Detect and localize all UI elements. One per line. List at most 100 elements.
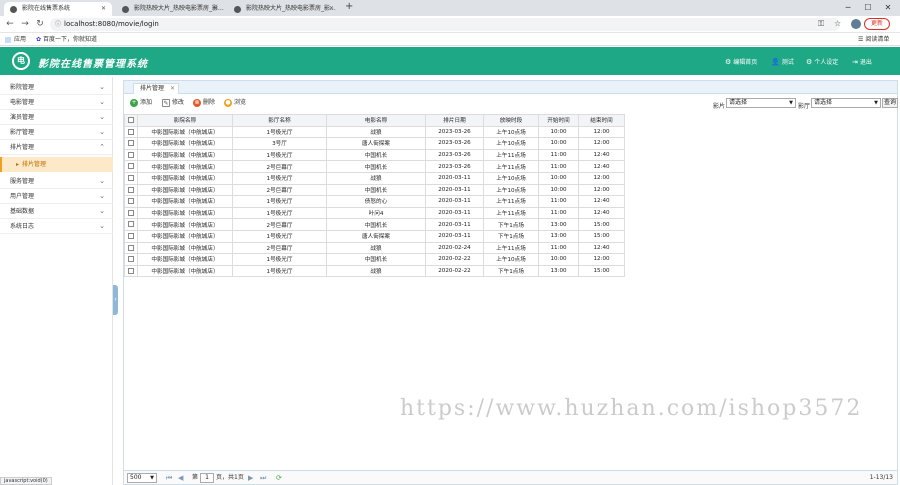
sidebar-subitem-schedule[interactable]: ▸ 排片管理 [0, 157, 113, 172]
row-checkbox[interactable] [128, 163, 134, 170]
first-page-icon[interactable]: ⏮ [166, 473, 172, 483]
row-checkbox[interactable] [128, 221, 134, 228]
reading-list[interactable]: ☰ 阅读清单 [858, 33, 889, 46]
row-checkbox[interactable] [128, 267, 134, 274]
page-size-select[interactable]: 500 ▼ [127, 473, 157, 483]
sidebar-collapse-handle[interactable]: ‹ [113, 285, 118, 315]
close-icon[interactable]: ✕ [213, 2, 218, 16]
row-select-cell[interactable] [124, 264, 138, 278]
column-header[interactable]: 放映时段 [483, 114, 539, 127]
column-header[interactable]: 影院名称 [137, 114, 233, 127]
prev-page-icon[interactable]: ◀ [178, 473, 183, 483]
row-select-cell[interactable] [124, 183, 138, 197]
url-input[interactable]: ⓘ localhost:8080/movie/login [50, 18, 840, 31]
row-select-cell[interactable] [124, 241, 138, 255]
table-row[interactable]: 中影国际影城（中航城店） 2号巨幕厅 中国机长 2023-03-26 上午11点场 11:… [124, 160, 625, 173]
close-icon[interactable]: ✕ [170, 84, 175, 94]
hall-filter-select[interactable]: 请选择 ▼ [811, 98, 881, 108]
column-header[interactable]: 影厅名称 [232, 114, 327, 127]
bookmark-apps[interactable]: 应用 [5, 33, 26, 46]
update-button[interactable]: 更新 [864, 18, 890, 30]
table-row[interactable]: 中影国际影城（中航城店） 1号极光厅 中国机长 2020-02-22 上午10点场 10:… [124, 253, 625, 266]
row-select-cell[interactable] [124, 218, 138, 231]
table-row[interactable]: 中影国际影城（中航城店） 1号极光厅 战狼 2020-03-11 上午10点场 10:00… [124, 171, 625, 185]
maximize-icon[interactable]: ☐ [860, 0, 876, 16]
row-checkbox[interactable] [128, 151, 134, 158]
column-header[interactable]: 电影名称 [326, 114, 426, 127]
row-checkbox[interactable] [128, 209, 134, 216]
row-select-cell[interactable] [124, 171, 138, 185]
row-checkbox[interactable] [128, 232, 134, 239]
row-checkbox[interactable] [128, 198, 134, 205]
back-icon[interactable]: ← [4, 18, 16, 30]
star-icon[interactable]: ☆ [834, 19, 841, 28]
minimize-icon[interactable]: ─ [840, 0, 856, 16]
next-page-icon[interactable]: ▶ [248, 473, 253, 483]
table-row[interactable]: 中影国际影城（中航城店） 1号极光厅 战狼 2023-03-26 上午10点场 10:00… [124, 125, 625, 139]
forward-icon[interactable]: → [19, 18, 31, 30]
edit-button[interactable]: ✎ 修改 [162, 98, 184, 107]
header-link-edit-home[interactable]: ⚙ 编辑首页 [725, 57, 757, 66]
row-checkbox[interactable] [128, 140, 134, 147]
select-all-checkbox[interactable] [128, 117, 134, 124]
query-button[interactable]: 查询 [882, 98, 898, 108]
row-select-cell[interactable] [124, 148, 138, 162]
delete-button[interactable]: ⊗ 删除 [193, 98, 215, 107]
row-checkbox[interactable] [128, 186, 134, 193]
sidebar-item-service[interactable]: 服务管理 ⌄ [0, 174, 113, 189]
table-row[interactable]: 中影国际影城（中航城店） 1号极光厅 中国机长 2023-03-26 上午11点场 11:… [124, 148, 625, 162]
table-row[interactable]: 中影国际影城（中航城店） 1号极光厅 唐人街探案 2020-03-11 下午1点场 13:… [124, 229, 625, 243]
row-select-cell[interactable] [124, 229, 138, 243]
profile-avatar[interactable] [851, 19, 861, 29]
sidebar-item-user[interactable]: 用户管理 ⌄ [0, 189, 113, 204]
column-header[interactable]: 排片日期 [425, 114, 484, 127]
sidebar-item-syslog[interactable]: 系统日志 ⌄ [0, 219, 113, 234]
header-link-logout[interactable]: ⇥ 退出 [852, 57, 872, 66]
reload-icon[interactable]: ↻ [34, 18, 46, 30]
new-tab-icon[interactable]: + [345, 1, 353, 12]
row-select-cell[interactable] [124, 206, 138, 220]
sidebar-item-actor[interactable]: 演员管理 ⌄ [0, 110, 113, 125]
row-checkbox[interactable] [128, 128, 134, 135]
sidebar-item-basedata[interactable]: 基础数据 ⌄ [0, 204, 113, 219]
tab-schedule[interactable]: 排片管理 ✕ [133, 83, 180, 94]
film-filter-select[interactable]: 请选择 ▼ [726, 98, 796, 108]
header-link-settings[interactable]: ⚙ 个人设定 [806, 57, 838, 66]
row-checkbox[interactable] [128, 256, 134, 263]
close-icon[interactable]: ✕ [101, 2, 106, 16]
column-header[interactable]: 开始时间 [538, 114, 579, 127]
row-select-cell[interactable] [124, 195, 138, 208]
row-select-cell[interactable] [124, 160, 138, 173]
sidebar-item-hall[interactable]: 影厅管理 ⌄ [0, 125, 113, 140]
browser-tab-3[interactable]: 影院热映大片_热映电影票房_影... ✕ [228, 2, 340, 16]
table-row[interactable]: 中影国际影城（中航城店） 2号巨幕厅 中国机长 2020-03-11 上午10点场 10:… [124, 183, 625, 197]
table-row[interactable]: 中影国际影城（中航城店） 3号厅 唐人街探案 2023-03-26 上午10点场 10:0… [124, 137, 625, 150]
header-link-user[interactable]: 👤 测试 [771, 57, 794, 66]
row-checkbox[interactable] [128, 244, 134, 251]
sidebar-item-cinema[interactable]: 影院管理 ⌄ [0, 80, 113, 95]
view-button[interactable]: ● 浏览 [224, 98, 246, 107]
bookmark-baidu[interactable]: ✿ 百度一下，你就知道 [36, 33, 97, 46]
table-row[interactable]: 中影国际影城（中航城店） 1号极光厅 叶问4 2020-03-11 上午11点场 11:0… [124, 206, 625, 220]
select-all-cell[interactable] [124, 114, 138, 127]
window-close-icon[interactable]: ✕ [880, 0, 896, 16]
column-header[interactable]: 结束时间 [578, 114, 625, 127]
close-icon[interactable]: ✕ [329, 2, 334, 16]
page-number-input[interactable]: 1 [200, 473, 214, 483]
refresh-icon[interactable]: ⟳ [276, 473, 282, 483]
sidebar-item-schedule[interactable]: 排片管理 ⌃ [0, 140, 113, 155]
row-checkbox[interactable] [128, 175, 134, 182]
add-button[interactable]: + 添加 [130, 98, 152, 107]
row-select-cell[interactable] [124, 125, 138, 139]
browser-tab-2[interactable]: 影院热映大片_热映电影票房_影... ✕ [116, 2, 224, 16]
key-icon[interactable]: ⚿ [818, 19, 824, 29]
row-select-cell[interactable] [124, 137, 138, 150]
table-row[interactable]: 中影国际影城（中航城店） 1号极光厅 战狼 2020-02-22 下午1点场 13:00 1… [124, 264, 625, 278]
browser-tab-1[interactable]: 影院在线售票系统 ✕ [4, 2, 112, 16]
table-row[interactable]: 中影国际影城（中航城店） 2号巨幕厅 战狼 2020-02-24 上午11点场 11:00… [124, 241, 625, 255]
table-row[interactable]: 中影国际影城（中航城店） 2号巨幕厅 中国机长 2020-03-11 下午1点场 13:0… [124, 218, 625, 231]
row-select-cell[interactable] [124, 253, 138, 266]
last-page-icon[interactable]: ⏭ [260, 473, 266, 483]
sidebar-item-movie[interactable]: 电影管理 ⌄ [0, 95, 113, 110]
table-row[interactable]: 中影国际影城（中航城店） 1号极光厅 债怒的心 2020-03-11 上午11点场 11:… [124, 195, 625, 208]
